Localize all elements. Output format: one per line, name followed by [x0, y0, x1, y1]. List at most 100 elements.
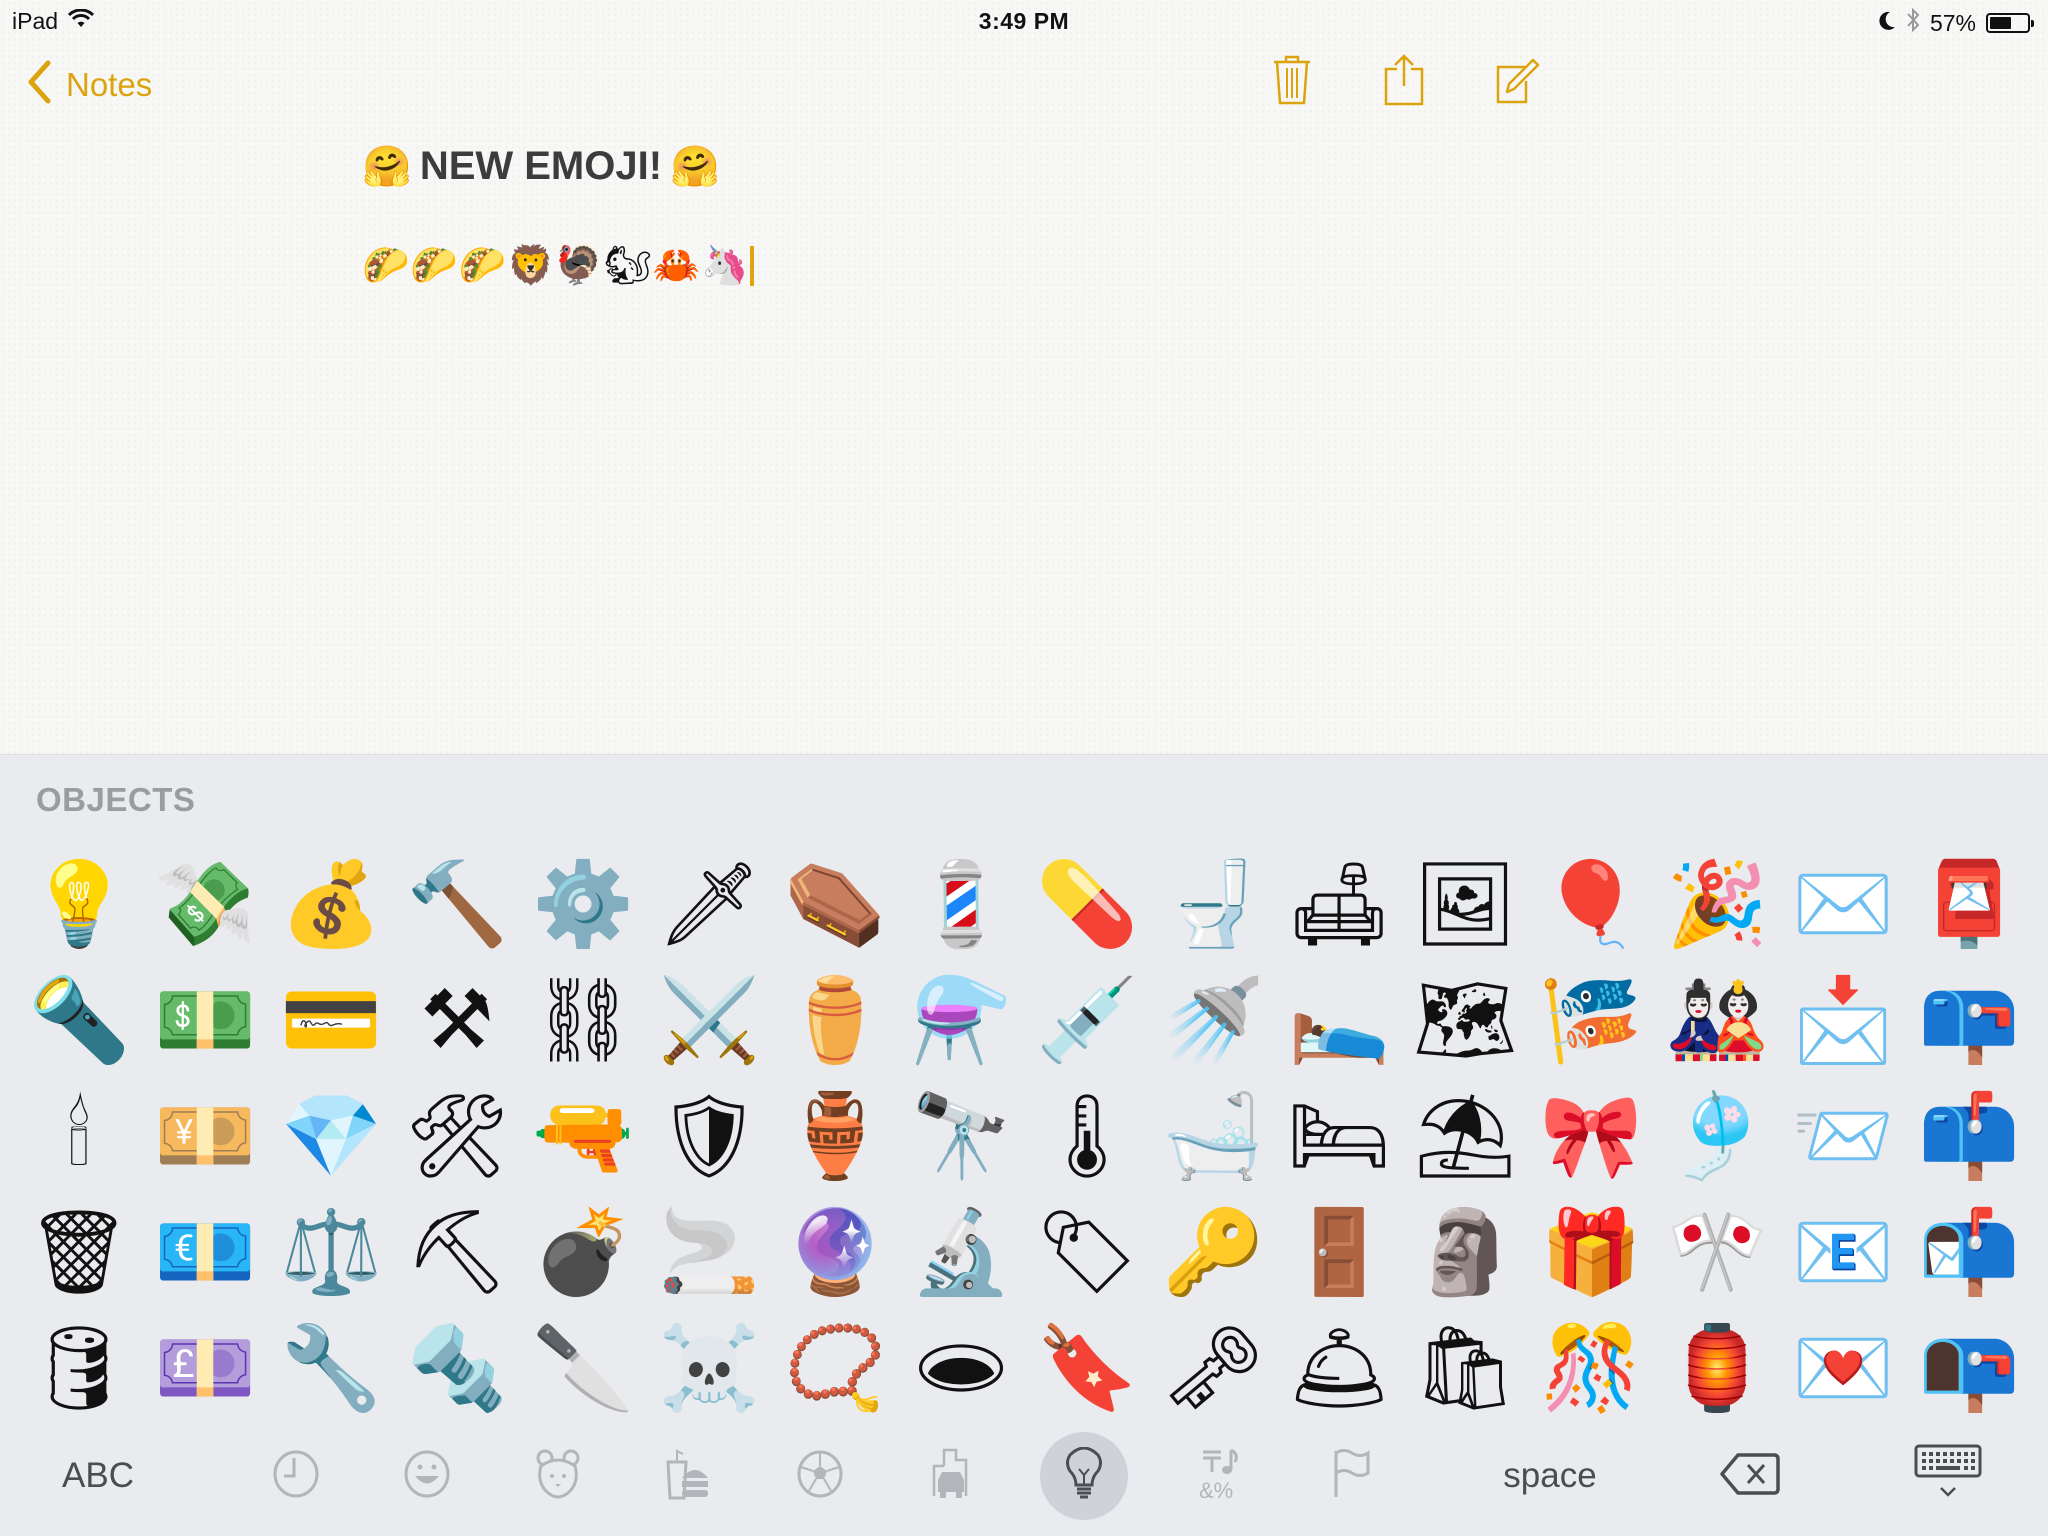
emoji-key[interactable]: 💊 [1024, 847, 1150, 963]
emoji-key[interactable]: 💣 [520, 1195, 646, 1311]
emoji-glyph: 🚪 [1287, 1205, 1391, 1300]
delete-key[interactable] [1710, 1437, 1790, 1515]
emoji-key[interactable]: 🛡 [646, 1079, 772, 1195]
emoji-key[interactable]: 🗿 [1402, 1195, 1528, 1311]
emoji-key[interactable]: 🔨 [394, 847, 520, 963]
emoji-key[interactable]: 🏷 [1024, 1195, 1150, 1311]
emoji-key[interactable]: 🕳 [898, 1311, 1024, 1427]
emoji-key[interactable]: 🏺 [772, 1079, 898, 1195]
emoji-key[interactable]: 🎀 [1528, 1079, 1654, 1195]
emoji-key[interactable]: 💷 [142, 1311, 268, 1427]
emoji-key[interactable]: 🚿 [1150, 963, 1276, 1079]
emoji-key[interactable]: 🎏 [1528, 963, 1654, 1079]
emoji-key[interactable]: 🛏 [1276, 1079, 1402, 1195]
emoji-key[interactable]: 💵 [142, 963, 268, 1079]
emoji-key[interactable]: ⚒ [394, 963, 520, 1079]
emoji-key[interactable]: ⛏ [394, 1195, 520, 1311]
emoji-key[interactable]: 💴 [142, 1079, 268, 1195]
emoji-key[interactable]: 💉 [1024, 963, 1150, 1079]
emoji-key[interactable]: ⚰️ [772, 847, 898, 963]
emoji-glyph: 💈 [909, 857, 1013, 952]
emoji-key[interactable]: 🔮 [772, 1195, 898, 1311]
emoji-key[interactable]: ⚖️ [268, 1195, 394, 1311]
emoji-key[interactable]: 🎁 [1528, 1195, 1654, 1311]
emoji-key[interactable]: ☠️ [646, 1311, 772, 1427]
emoji-key[interactable]: 🛍 [1402, 1311, 1528, 1427]
category-activity[interactable] [776, 1437, 864, 1515]
emoji-key[interactable]: 🔫 [520, 1079, 646, 1195]
emoji-key[interactable]: 🔦 [16, 963, 142, 1079]
back-button[interactable]: Notes [26, 60, 152, 109]
emoji-key[interactable]: 🖼 [1402, 847, 1528, 963]
category-animals[interactable] [514, 1437, 602, 1515]
emoji-key[interactable]: 📨 [1780, 1079, 1906, 1195]
emoji-key[interactable]: 🚪 [1276, 1195, 1402, 1311]
emoji-key[interactable]: 📿 [772, 1311, 898, 1427]
trash-button[interactable] [1262, 52, 1322, 112]
emoji-key[interactable]: 🎈 [1528, 847, 1654, 963]
emoji-key[interactable]: 🚽 [1150, 847, 1276, 963]
emoji-key[interactable]: 💸 [142, 847, 268, 963]
emoji-key[interactable]: 🔧 [268, 1311, 394, 1427]
emoji-key[interactable]: 💰 [268, 847, 394, 963]
emoji-key[interactable]: 💌 [1780, 1311, 1906, 1427]
emoji-key[interactable]: 📧 [1780, 1195, 1906, 1311]
compose-button[interactable] [1488, 52, 1548, 112]
emoji-key[interactable]: 📩 [1780, 963, 1906, 1079]
emoji-key[interactable]: 📬 [1906, 1195, 2032, 1311]
note-editor[interactable]: 🤗 NEW EMOJI! 🤗 🌮🌮🌮🦁🦃🐿🦀🦄 [362, 138, 755, 294]
emoji-key[interactable]: 💈 [898, 847, 1024, 963]
emoji-key[interactable]: ⚱️ [772, 963, 898, 1079]
category-recent[interactable] [252, 1437, 340, 1515]
emoji-key[interactable]: 🔩 [394, 1311, 520, 1427]
category-flags[interactable] [1308, 1437, 1396, 1515]
emoji-key[interactable]: 🛢 [16, 1311, 142, 1427]
dismiss-keyboard-key[interactable] [1906, 1437, 1990, 1515]
category-symbols[interactable]: &% [1178, 1437, 1266, 1515]
emoji-key[interactable]: ⛓ [520, 963, 646, 1079]
emoji-key[interactable]: 🕯 [16, 1079, 142, 1195]
emoji-key[interactable]: 🌡 [1024, 1079, 1150, 1195]
category-smileys[interactable] [383, 1437, 471, 1515]
emoji-key[interactable]: 🔪 [520, 1311, 646, 1427]
emoji-key[interactable]: 🛠 [394, 1079, 520, 1195]
emoji-key[interactable]: 💎 [268, 1079, 394, 1195]
emoji-key[interactable]: 🔬 [898, 1195, 1024, 1311]
emoji-key[interactable]: 🛋 [1276, 847, 1402, 963]
emoji-key[interactable]: 🗝 [1150, 1311, 1276, 1427]
space-key[interactable]: space [1480, 1437, 1620, 1515]
emoji-key[interactable]: 📭 [1906, 1311, 2032, 1427]
abc-key[interactable]: ABC [48, 1437, 148, 1515]
emoji-key[interactable]: ⚗️ [898, 963, 1024, 1079]
category-objects[interactable] [1040, 1432, 1128, 1520]
emoji-key[interactable]: 🛎 [1276, 1311, 1402, 1427]
emoji-key[interactable]: 🔭 [898, 1079, 1024, 1195]
emoji-key[interactable]: 🛁 [1150, 1079, 1276, 1195]
emoji-key[interactable]: 🗑 [16, 1195, 142, 1311]
emoji-key[interactable]: 🎎 [1654, 963, 1780, 1079]
emoji-key[interactable]: 🚬 [646, 1195, 772, 1311]
emoji-key[interactable]: 🎉 [1654, 847, 1780, 963]
emoji-key[interactable]: 🏮 [1654, 1311, 1780, 1427]
emoji-key[interactable]: 💡 [16, 847, 142, 963]
emoji-key[interactable]: 🔑 [1150, 1195, 1276, 1311]
emoji-key[interactable]: 🗡 [646, 847, 772, 963]
emoji-key[interactable]: 💶 [142, 1195, 268, 1311]
share-button[interactable] [1374, 52, 1434, 112]
emoji-key[interactable]: ⛱ [1402, 1079, 1528, 1195]
emoji-key[interactable]: 🗺 [1402, 963, 1528, 1079]
emoji-key[interactable]: 🎌 [1654, 1195, 1780, 1311]
emoji-key[interactable]: ⚙️ [520, 847, 646, 963]
category-food[interactable] [645, 1437, 733, 1515]
emoji-key[interactable]: 🔖 [1024, 1311, 1150, 1427]
emoji-key[interactable]: ⚔️ [646, 963, 772, 1079]
emoji-key[interactable]: 🎐 [1654, 1079, 1780, 1195]
emoji-key[interactable]: 📮 [1906, 847, 2032, 963]
emoji-key[interactable]: 💳 [268, 963, 394, 1079]
category-travel[interactable] [907, 1437, 995, 1515]
emoji-key[interactable]: 🛌 [1276, 963, 1402, 1079]
emoji-key[interactable]: 🎊 [1528, 1311, 1654, 1427]
emoji-key[interactable]: ✉️ [1780, 847, 1906, 963]
emoji-key[interactable]: 📪 [1906, 963, 2032, 1079]
emoji-key[interactable]: 📫 [1906, 1079, 2032, 1195]
